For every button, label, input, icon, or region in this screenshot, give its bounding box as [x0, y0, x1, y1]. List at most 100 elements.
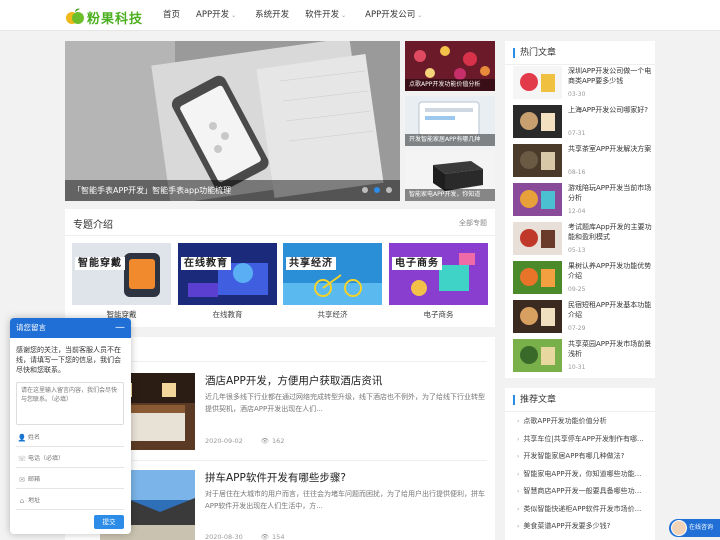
- slider-dots: [362, 187, 392, 193]
- slider-dot-active[interactable]: [374, 187, 380, 193]
- recommended-item-label: 美食菜谱APP开发要多少钱?: [523, 522, 611, 530]
- online-service-label: 在线咨询: [689, 524, 714, 531]
- mail-icon: ✉: [19, 475, 25, 484]
- nav-item-home[interactable]: 首页: [163, 0, 180, 31]
- featured-thumb[interactable]: 智能家电APP开发，你知道: [405, 151, 495, 201]
- topic-banner: 在线教育: [181, 257, 231, 270]
- recommended-title: 推荐文章: [513, 395, 556, 405]
- topic-label: 电子商务: [423, 310, 454, 319]
- chevron-right-icon: ›: [517, 435, 520, 443]
- hot-article-title: 共享菜园APP开发市场前景浅析: [568, 340, 652, 358]
- topic-card[interactable]: 共享经济 共享经济: [283, 243, 382, 321]
- hot-article-date: 09-25: [568, 286, 586, 293]
- hot-article-item[interactable]: 上海APP开发公司哪家好? 07-31: [513, 105, 651, 141]
- hot-article-date: 03-30: [568, 91, 586, 98]
- hot-article-thumb: [513, 105, 562, 138]
- nav-item-system-dev[interactable]: 系统开发: [255, 0, 289, 31]
- hot-article-title: 游戏陪玩APP开发当前市场分析: [568, 184, 652, 202]
- recommended-item[interactable]: › 开发智能家居APP有哪几种做法?: [517, 450, 651, 462]
- nav-item-app-company[interactable]: APP开发公司 ⌄: [365, 0, 425, 31]
- hot-article-date: 08-16: [568, 169, 586, 176]
- avatar: [671, 520, 687, 536]
- chevron-down-icon: ⌄: [231, 12, 237, 19]
- hot-article-date: 12-04: [568, 208, 586, 215]
- article-title[interactable]: 酒店APP开发，方便用户获取酒店资讯: [205, 373, 382, 388]
- topic-image: 智能穿戴: [72, 243, 171, 305]
- hot-article-item[interactable]: 民宿短租APP开发基本功能介绍 07-29: [513, 300, 651, 336]
- featured-caption: 开发智能家居APP有哪几种: [405, 134, 495, 146]
- hot-article-thumb: [513, 300, 562, 333]
- nav-item-app-dev[interactable]: APP开发 ⌄: [196, 0, 239, 31]
- nav-item-label: APP开发: [196, 10, 230, 20]
- all-topics-link[interactable]: 全部专题: [459, 218, 487, 228]
- chat-header: 请您留言: [10, 318, 131, 338]
- chevron-right-icon: ›: [517, 488, 520, 495]
- hot-article-title: 果树认养APP开发功能优势介绍: [568, 262, 652, 280]
- hot-article-date: 10-31: [568, 364, 586, 371]
- chevron-right-icon: ›: [517, 523, 520, 530]
- featured-caption: 点歌APP开发功能价值分析: [405, 79, 495, 91]
- site-header: 粉果科技 首页 APP开发 ⌄ 系统开发 软件开发 ⌄ APP开发公司 ⌄: [0, 0, 720, 31]
- email-input[interactable]: [28, 476, 120, 483]
- address-input[interactable]: [28, 497, 120, 504]
- hot-article-title: 共享茶室APP开发解决方案: [568, 145, 652, 153]
- recommended-panel: 推荐文章 › 点歌APP开发功能价值分析 › 共享车位|共享停车APP开发制作有哪..…: [505, 388, 655, 540]
- recommended-item[interactable]: › 智慧商店APP开发一般要具备哪些功...: [517, 485, 651, 497]
- article-excerpt: 对于居住在大城市的用户而言，往往会为堵车问题而困扰，为了给用户出行提供便利，拼车…: [205, 490, 485, 510]
- article-title[interactable]: 拼车APP软件开发有哪些步骤?: [205, 470, 346, 485]
- nav-item-label: APP开发公司: [365, 10, 416, 20]
- hot-article-item[interactable]: 共享茶室APP开发解决方案 08-16: [513, 144, 651, 180]
- chevron-right-icon: ›: [517, 418, 520, 425]
- chevron-right-icon: ›: [517, 505, 520, 513]
- online-service-button[interactable]: 在线咨询: [669, 519, 720, 537]
- site-logo[interactable]: 粉果科技: [65, 7, 142, 27]
- article-date: 2020-08-30: [205, 533, 243, 540]
- name-input[interactable]: [28, 434, 120, 441]
- slider-dot[interactable]: [362, 187, 368, 193]
- nav-item-software-dev[interactable]: 软件开发 ⌄: [305, 0, 349, 31]
- hot-article-thumb: [513, 261, 562, 294]
- divider: [73, 361, 487, 362]
- nav-item-label: 软件开发: [305, 10, 340, 20]
- eye-icon: 👁: [260, 533, 270, 540]
- featured-thumb[interactable]: 开发智能家居APP有哪几种: [405, 96, 495, 146]
- featured-caption: 智能家电APP开发，你知道: [405, 189, 495, 201]
- recommended-item[interactable]: › 智能家电APP开发，你知道哪些功能...: [517, 468, 651, 480]
- recommended-item[interactable]: › 类似智能快递柜APP软件开发市场价...: [517, 503, 651, 515]
- topic-banner: 电子商务: [392, 257, 442, 270]
- hero-slider[interactable]: 「智能手表APP开发」智能手表app功能梳理: [65, 41, 400, 201]
- hot-article-item[interactable]: 游戏陪玩APP开发当前市场分析 12-04: [513, 183, 651, 219]
- article-views: 👁 162: [261, 437, 285, 445]
- article-date: 2020-09-02: [205, 437, 243, 445]
- recommended-item[interactable]: › 美食菜谱APP开发要多少钱?: [517, 520, 651, 532]
- topics-panel: 专题介绍 全部专题 智能穿戴 智能穿戴 在线教育 在线教育 共享经济 共享经济 …: [65, 209, 495, 327]
- message-input[interactable]: [16, 382, 124, 425]
- slide-image: [65, 41, 400, 201]
- topic-image: 共享经济: [283, 243, 382, 305]
- minimize-button[interactable]: —: [115, 318, 125, 338]
- hot-article-item[interactable]: 深圳APP开发公司做一个电商类APP要多少钱 03-30: [513, 66, 651, 102]
- topic-label: 共享经济: [317, 310, 348, 319]
- article-meta: 2020-08-30 👁 154: [205, 533, 284, 540]
- article-meta: 2020-09-02 👁 162: [205, 437, 284, 445]
- topic-card[interactable]: 电子商务 电子商务: [389, 243, 488, 321]
- recommended-item[interactable]: › 点歌APP开发功能价值分析: [517, 415, 651, 427]
- topic-image: 电子商务: [389, 243, 488, 305]
- slider-dot[interactable]: [386, 187, 392, 193]
- topic-card[interactable]: 在线教育 在线教育: [178, 243, 277, 321]
- fruit-logo-icon: [66, 8, 84, 24]
- submit-button[interactable]: 提交: [94, 515, 124, 529]
- hot-article-thumb: [513, 66, 562, 99]
- hot-article-item[interactable]: 共享菜园APP开发市场前景浅析 10-31: [513, 339, 651, 375]
- hot-article-item[interactable]: 果树认养APP开发功能优势介绍 09-25: [513, 261, 651, 297]
- hot-article-thumb: [513, 339, 562, 372]
- article-views: 👁 154: [261, 533, 285, 540]
- topic-card[interactable]: 智能穿戴 智能穿戴: [72, 243, 171, 321]
- featured-thumb[interactable]: 点歌APP开发功能价值分析: [405, 41, 495, 91]
- recommended-item[interactable]: › 共享车位|共享停车APP开发制作有哪...: [517, 433, 651, 445]
- hot-article-thumb: [513, 144, 562, 177]
- phone-input[interactable]: [28, 455, 120, 462]
- hot-article-item[interactable]: 考试题库App开发的主要功能和盈利模式 05-13: [513, 222, 652, 258]
- topic-banner: 智能穿戴: [75, 257, 125, 270]
- slide-caption[interactable]: 「智能手表APP开发」智能手表app功能梳理: [65, 180, 400, 201]
